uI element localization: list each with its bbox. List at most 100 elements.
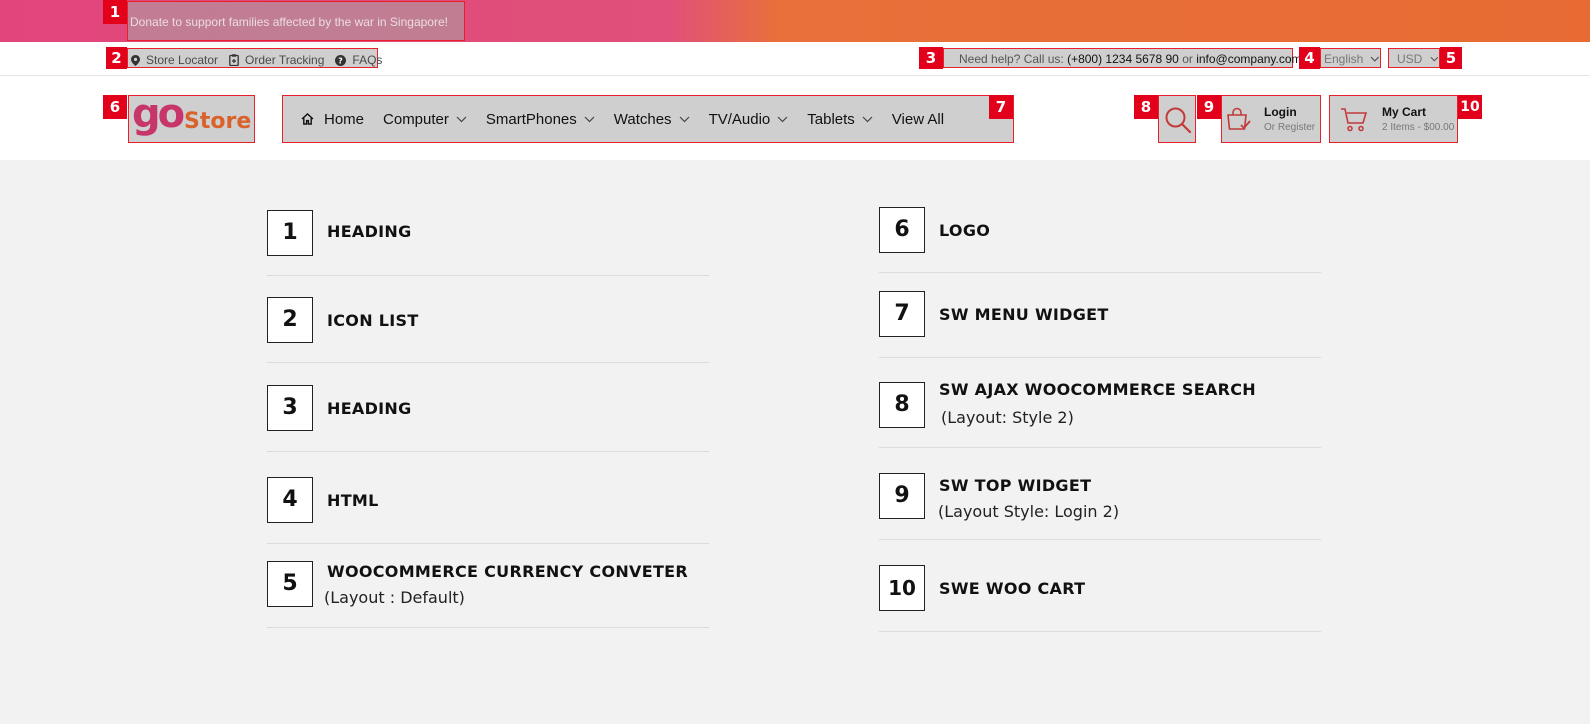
menu-tablets-label: Tablets	[807, 110, 855, 128]
badge-2: 2	[106, 47, 127, 69]
faqs-link[interactable]: ? FAQs	[335, 53, 382, 67]
svg-text:?: ?	[339, 56, 344, 65]
currency-value: USD	[1397, 52, 1423, 66]
language-selector[interactable]: English	[1320, 48, 1381, 68]
menu-smartphones-label: SmartPhones	[485, 110, 577, 128]
login-subtitle: Or Register	[1264, 122, 1316, 133]
home-icon	[301, 113, 314, 125]
legend-number: 6	[879, 207, 925, 253]
help-phone[interactable]: (+800) 1234 5678 90	[1067, 52, 1179, 66]
currency-selector[interactable]: USD	[1388, 48, 1440, 68]
legend-divider	[879, 272, 1321, 273]
shopping-bag-check-icon	[1227, 107, 1251, 130]
chevron-down-icon	[1430, 56, 1439, 62]
main-menu: Home Computer SmartPhones Watches TV/Aud…	[282, 95, 1014, 143]
cart-icon	[1341, 108, 1368, 132]
logo-go: go	[132, 91, 185, 137]
icon-list: Store Locator Order Tracking ? FAQs	[127, 48, 382, 68]
badge-4: 4	[1299, 47, 1320, 69]
legend-subtitle: (Layout Style: Login 2)	[938, 502, 1120, 521]
login-widget[interactable]: Login Or Register	[1221, 95, 1321, 143]
help-heading: Need help? Call us: (+800) 1234 5678 90 …	[943, 48, 1302, 68]
badge-7: 7	[989, 95, 1013, 119]
legend-title: HEADING	[327, 222, 412, 241]
donate-heading: Donate to support families affected by t…	[127, 1, 465, 41]
legend-title: LOGO	[939, 221, 991, 240]
legend-divider	[267, 543, 709, 544]
legend-number: 5	[267, 561, 313, 607]
help-email[interactable]: info@company.com	[1196, 52, 1301, 66]
faqs-label: FAQs	[352, 53, 383, 67]
badge-9: 9	[1197, 95, 1221, 119]
chevron-down-icon	[584, 116, 595, 122]
menu-view-all-label: View All	[891, 110, 945, 128]
legend-title: SWE WOO CART	[939, 579, 1086, 598]
menu-computer-label: Computer	[383, 110, 449, 128]
legend-divider	[879, 631, 1321, 632]
menu-watches[interactable]: Watches	[614, 111, 690, 128]
legend-number: 2	[267, 297, 313, 343]
badge-6: 6	[103, 95, 127, 119]
badge-5: 5	[1440, 47, 1462, 69]
logo[interactable]: go Store	[128, 91, 255, 143]
menu-smartphones[interactable]: SmartPhones	[486, 111, 595, 128]
chevron-down-icon	[456, 116, 467, 122]
legend-divider	[267, 627, 709, 628]
login-title: Login	[1264, 105, 1297, 119]
order-tracking-link[interactable]: Order Tracking	[229, 53, 324, 67]
legend-divider	[267, 362, 709, 363]
legend-divider	[267, 275, 709, 276]
menu-view-all[interactable]: View All	[892, 111, 944, 128]
legend-title: WOOCOMMERCE CURRENCY CONVETER	[327, 562, 689, 581]
legend-title: ICON LIST	[327, 311, 419, 330]
legend-number: 7	[879, 291, 925, 337]
menu-home-label: Home	[324, 110, 365, 128]
legend-title: SW AJAX WOOCOMMERCE SEARCH	[939, 380, 1256, 399]
chevron-down-icon	[862, 116, 873, 122]
search-button[interactable]	[1158, 95, 1196, 143]
logo-store: Store	[184, 109, 252, 134]
legend-number: 1	[267, 210, 313, 256]
menu-tablets[interactable]: Tablets	[807, 111, 873, 128]
search-icon	[1165, 107, 1192, 134]
menu-watches-label: Watches	[613, 110, 672, 128]
help-or: or	[1182, 52, 1193, 66]
legend-divider	[267, 451, 709, 452]
legend-title: SW MENU WIDGET	[939, 305, 1109, 324]
legend-divider	[879, 357, 1321, 358]
legend-number: 10	[879, 565, 925, 611]
cart-widget[interactable]: My Cart 2 Items - $00.00	[1329, 95, 1458, 143]
legend-subtitle: (Layout : Default)	[324, 588, 465, 607]
badge-1: 1	[103, 0, 127, 24]
legend-title: SW TOP WIDGET	[939, 476, 1092, 495]
clipboard-icon	[229, 54, 239, 66]
chevron-down-icon	[1370, 56, 1380, 62]
donate-text: Donate to support families affected by t…	[130, 15, 448, 29]
badge-8: 8	[1134, 95, 1158, 119]
legend-number: 4	[267, 477, 313, 523]
menu-computer[interactable]: Computer	[383, 111, 467, 128]
store-locator-link[interactable]: Store Locator	[131, 53, 218, 67]
legend-number: 3	[267, 385, 313, 431]
chevron-down-icon	[679, 116, 689, 122]
legend-title: HTML	[327, 491, 379, 510]
order-tracking-label: Order Tracking	[245, 53, 325, 67]
menu-tv-audio[interactable]: TV/Audio	[709, 111, 789, 128]
badge-10: 10	[1458, 95, 1482, 119]
menu-tv-audio-label: TV/Audio	[708, 110, 771, 128]
store-locator-label: Store Locator	[146, 53, 219, 67]
language-value: English	[1324, 52, 1364, 66]
legend-number: 9	[879, 473, 925, 519]
badge-3: 3	[919, 47, 943, 69]
legend-divider	[879, 447, 1321, 448]
help-prefix: Need help? Call us:	[959, 52, 1064, 66]
legend-subtitle: (Layout: Style 2)	[941, 408, 1074, 427]
legend-title: HEADING	[327, 399, 412, 418]
legend-divider	[879, 539, 1321, 540]
question-circle-icon: ?	[335, 54, 347, 66]
map-pin-icon	[131, 54, 140, 66]
menu-home[interactable]: Home	[301, 111, 364, 128]
chevron-down-icon	[777, 116, 788, 122]
legend-number: 8	[879, 382, 925, 428]
cart-subtitle: 2 Items - $00.00	[1382, 122, 1455, 133]
